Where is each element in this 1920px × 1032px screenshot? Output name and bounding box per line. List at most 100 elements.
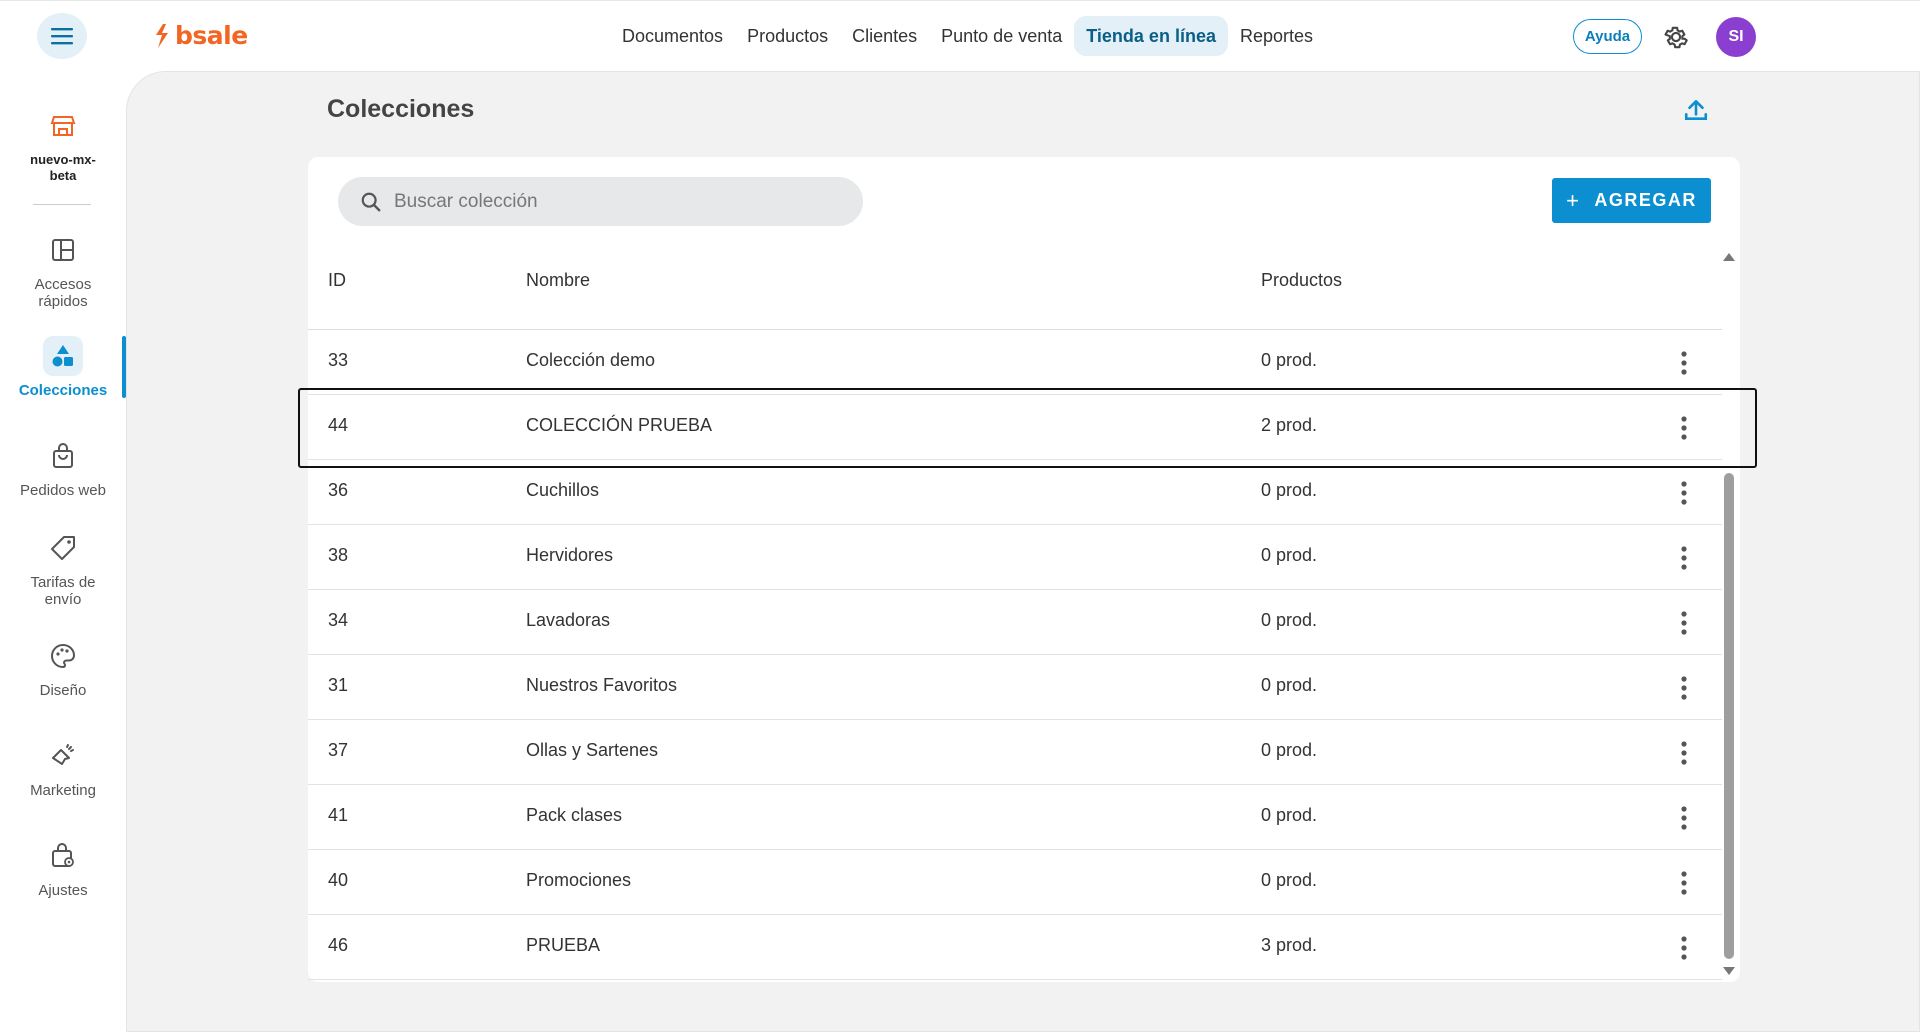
table-row[interactable]: 38 Hervidores 0 prod. [308,525,1722,590]
cell-products: 2 prod. [1261,415,1318,435]
cell-products: 0 prod. [1261,610,1318,630]
table-row[interactable]: 37 Ollas y Sartenes 0 prod. [308,720,1722,785]
sidebar-item-label: Marketing [30,782,96,799]
plus-icon: + [1566,187,1581,213]
cell-id: 36 [328,480,349,500]
table-row[interactable]: 36 Cuchillos 0 prod. [308,460,1722,525]
sidebar-item-label: rápidos [38,293,88,310]
add-button-label: AGREGAR [1594,190,1697,210]
layout-icon [52,239,74,261]
upload-icon[interactable] [1683,97,1709,123]
user-avatar[interactable]: SI [1716,17,1756,57]
column-header-id: ID [328,270,346,290]
sidebar-item-label: Diseño [39,682,87,699]
more-options-icon[interactable] [1674,870,1694,896]
cell-products: 0 prod. [1261,675,1318,695]
nav-clientes[interactable]: Clientes [840,16,929,56]
scroll-up-arrow-icon[interactable] [1721,250,1737,264]
cell-name: Pack clases [526,805,623,825]
cell-products: 0 prod. [1261,870,1318,890]
tag-icon [51,536,75,560]
shopping-bag-icon [53,443,73,468]
cell-name: Lavadoras [526,610,611,630]
sidebar-item-label: envío [44,591,82,608]
cell-id: 40 [328,870,349,890]
column-header-products: Productos [1261,270,1343,290]
menu-icon [51,28,73,45]
cell-id: 46 [328,935,349,955]
more-options-icon[interactable] [1674,935,1694,961]
search-field[interactable] [338,177,863,226]
sidebar-divider [33,204,91,205]
cell-products: 0 prod. [1261,480,1318,500]
more-options-icon[interactable] [1674,610,1694,636]
sidebar-item-label: Ajustes [38,882,88,899]
nav-tienda-en-linea[interactable]: Tienda en línea [1074,16,1228,56]
cell-products: 0 prod. [1261,805,1318,825]
more-options-icon[interactable] [1674,480,1694,506]
table-row[interactable]: 31 Nuestros Favoritos 0 prod. [308,655,1722,720]
store-name-line1: nuevo-mx- [30,152,96,167]
scrollbar-thumb[interactable] [1724,473,1734,959]
sidebar-item-diseno[interactable]: Diseño [0,636,126,699]
gear-icon[interactable] [1662,23,1690,51]
hamburger-menu-button[interactable] [37,13,87,59]
settings-bag-icon [52,843,74,867]
sidebar-item-colecciones[interactable]: Colecciones [0,336,126,399]
nav-documentos[interactable]: Documentos [610,16,735,56]
cell-name: Cuchillos [526,480,600,500]
more-options-icon[interactable] [1674,805,1694,831]
table-row[interactable]: 44 COLECCIÓN PRUEBA 2 prod. [308,395,1722,460]
search-input[interactable] [394,190,814,213]
sidebar-item-marketing[interactable]: Marketing [0,736,126,799]
sidebar-item-label: Pedidos web [20,482,106,499]
cell-id: 31 [328,675,349,695]
cell-id: 33 [328,350,349,370]
sidebar-item-accesos-rapidos[interactable]: Accesos rápidos [0,230,126,310]
more-options-icon[interactable] [1674,545,1694,571]
collections-table: 33 Colección demo 0 prod. 44 COLECCIÓN PRUEB… [308,330,1722,980]
nav-reportes[interactable]: Reportes [1228,16,1325,56]
table-header: ID Nombre Productos [308,250,1722,330]
cell-id: 38 [328,545,349,565]
nav-punto-de-venta[interactable]: Punto de venta [929,16,1074,56]
cell-id: 44 [328,415,349,435]
table-row[interactable]: 46 PRUEBA 3 prod. [308,915,1722,980]
cell-products: 0 prod. [1261,740,1318,760]
sidebar-item-tarifas-envio[interactable]: Tarifas de envío [0,528,126,608]
top-bar: bsale Documentos Productos Clientes Punt… [0,0,1920,70]
cell-products: 0 prod. [1261,545,1318,565]
more-options-icon[interactable] [1674,740,1694,766]
search-icon [361,192,381,211]
logo-text: bsale [175,21,248,50]
store-icon [50,116,76,136]
table-row[interactable]: 34 Lavadoras 0 prod. [308,590,1722,655]
cell-name: Ollas y Sartenes [526,740,659,760]
main-nav: Documentos Productos Clientes Punto de v… [610,16,1325,56]
sidebar-item-label: Accesos [34,276,92,293]
sidebar: nuevo-mx-beta Accesos rápidos Colecciones… [0,70,126,1032]
bsale-logo[interactable]: bsale [153,21,248,50]
sidebar-item-label: Tarifas de [30,574,96,591]
cell-products: 3 prod. [1261,935,1318,955]
store-name-line2: beta [49,168,77,183]
more-options-icon[interactable] [1674,415,1694,441]
table-row[interactable]: 33 Colección demo 0 prod. [308,330,1722,395]
sidebar-item-ajustes[interactable]: Ajustes [0,836,126,899]
table-row[interactable]: 41 Pack clases 0 prod. [308,785,1722,850]
more-options-icon[interactable] [1674,350,1694,376]
cell-name: Hervidores [526,545,614,565]
cell-products: 0 prod. [1261,350,1318,370]
add-collection-button[interactable]: + AGREGAR [1552,178,1711,223]
bsale-logo-icon [156,23,168,48]
sidebar-store[interactable]: nuevo-mx-beta [0,106,126,184]
help-button[interactable]: Ayuda [1573,19,1642,54]
page-title: Colecciones [327,95,475,123]
scroll-down-arrow-icon[interactable] [1721,964,1737,978]
sidebar-item-pedidos-web[interactable]: Pedidos web [0,436,126,499]
cell-name: COLECCIÓN PRUEBA [526,415,713,435]
cell-id: 34 [328,610,349,630]
table-row[interactable]: 40 Promociones 0 prod. [308,850,1722,915]
more-options-icon[interactable] [1674,675,1694,701]
nav-productos[interactable]: Productos [735,16,840,56]
